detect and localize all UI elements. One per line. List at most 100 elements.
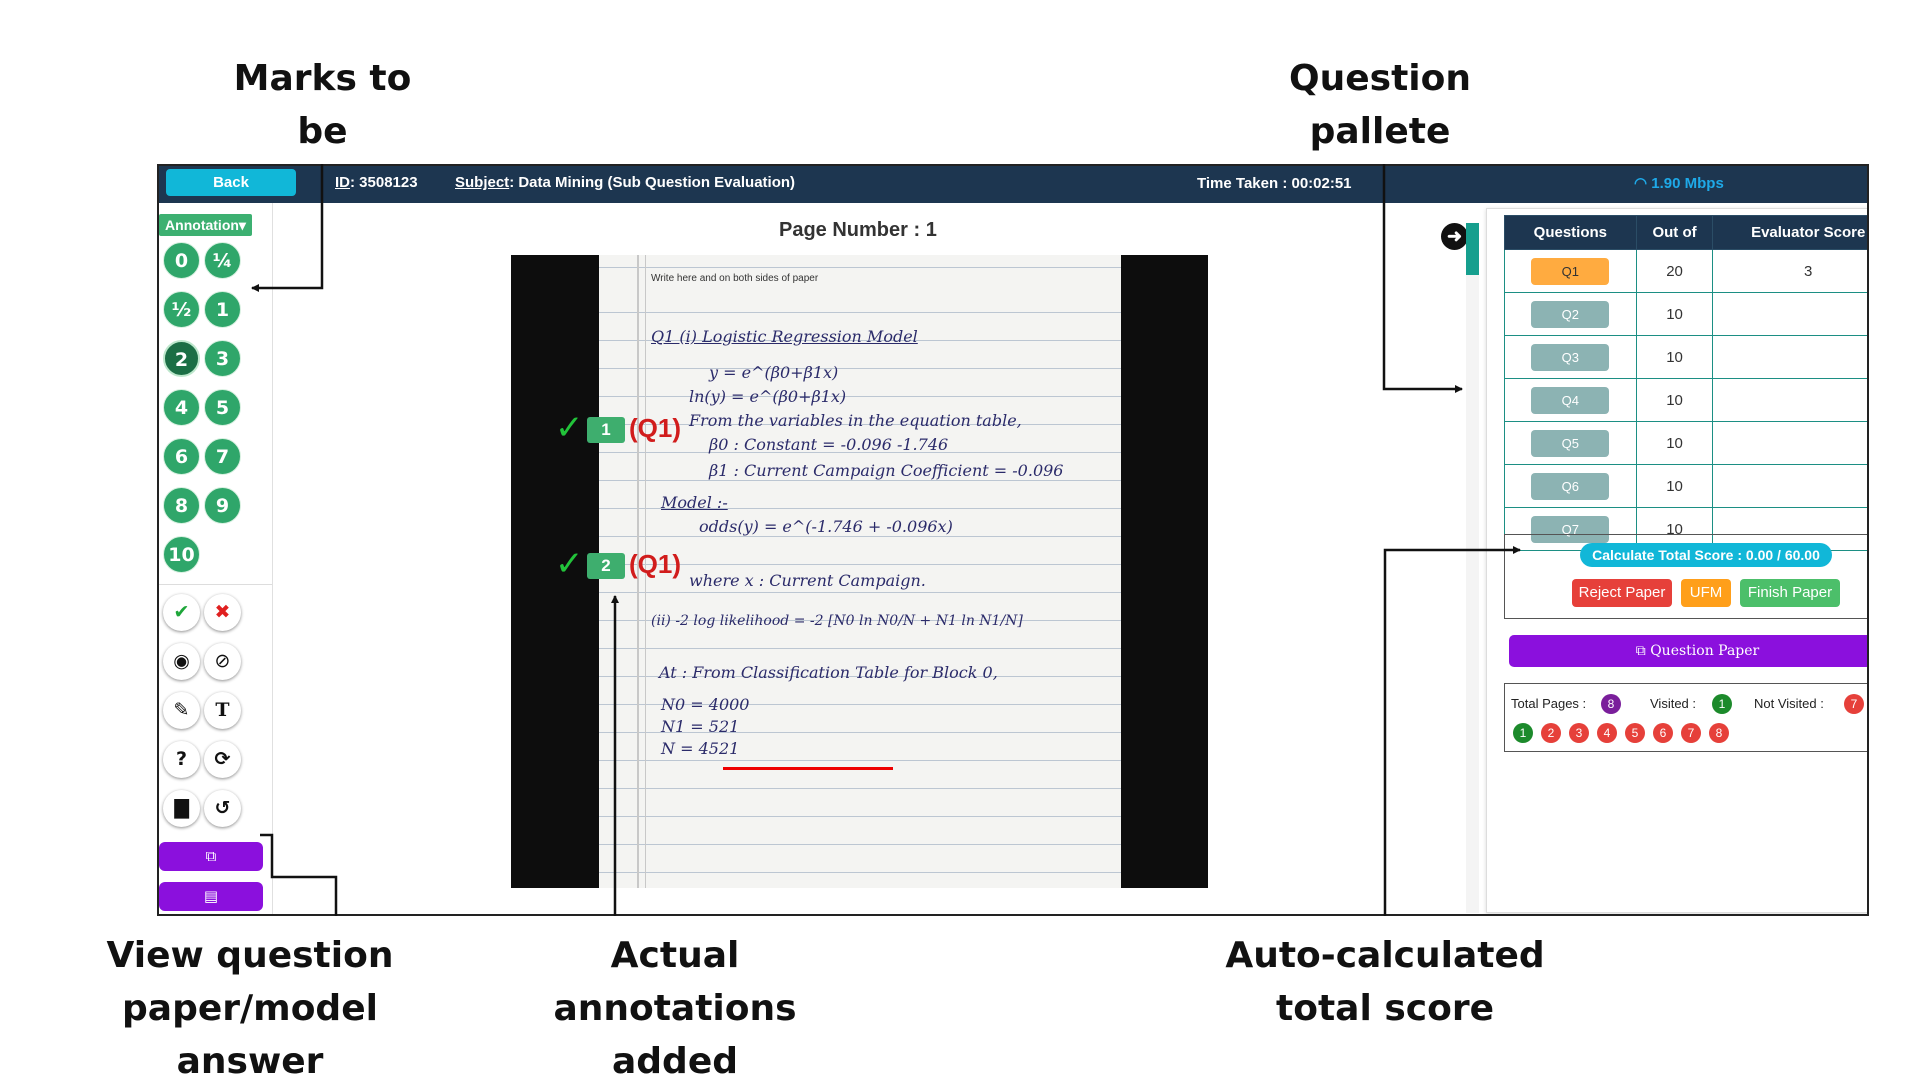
out-of-cell: 20 xyxy=(1635,249,1714,293)
help-icon[interactable]: ? xyxy=(163,741,200,778)
score-cell xyxy=(1712,292,1867,336)
table-row: Q3 10 xyxy=(1504,335,1867,379)
calculate-total-score-button[interactable]: Calculate Total Score : 0.00 / 60.00 xyxy=(1580,543,1832,567)
annotation-label: Annotation xyxy=(165,217,239,233)
handwritten-line: From the variables in the equation table… xyxy=(689,411,1022,430)
column-header: Out of xyxy=(1635,215,1714,250)
page-button-4[interactable]: 4 xyxy=(1597,723,1617,743)
question-button-q1[interactable]: Q1 xyxy=(1531,257,1610,285)
mark-button[interactable]: 6 xyxy=(163,438,200,475)
model-answer-button[interactable]: ▤ xyxy=(159,882,263,911)
not-visited-count: 7 xyxy=(1844,694,1864,714)
question-annotation-label: (Q1) xyxy=(629,549,681,579)
question-paper-panel-button[interactable]: ⧉ Question Paper xyxy=(1509,635,1867,667)
text-tool-icon[interactable]: T xyxy=(204,692,241,729)
check-icon[interactable]: ✔ xyxy=(163,594,200,631)
cross-icon[interactable]: ✖ xyxy=(204,594,241,631)
callout-line: Auto-calculated xyxy=(1225,935,1545,976)
pages-summary: Total Pages : 8 Visited : 1 Not Visited … xyxy=(1504,683,1867,752)
refresh-icon[interactable]: ⟳ xyxy=(204,741,241,778)
question-button-q4[interactable]: Q4 xyxy=(1531,386,1610,414)
mark-button-selected[interactable]: 2 xyxy=(163,340,200,377)
question-palette-table: Questions Out of Evaluator Score Q1 20 3 Q… xyxy=(1504,215,1867,551)
page-button-2[interactable]: 2 xyxy=(1541,723,1561,743)
handwritten-line: N1 = 521 xyxy=(661,717,740,736)
column-header: Questions xyxy=(1504,215,1637,250)
copy-icon: ⧉ xyxy=(205,847,217,865)
reject-paper-button[interactable]: Reject Paper xyxy=(1572,579,1672,607)
id-label: ID xyxy=(335,174,350,191)
scrollbar-track[interactable] xyxy=(1466,223,1479,913)
page-button-7[interactable]: 7 xyxy=(1681,723,1701,743)
page-button-8[interactable]: 8 xyxy=(1709,723,1729,743)
table-row: Q1 20 3 xyxy=(1504,249,1867,293)
mark-button[interactable]: 7 xyxy=(204,438,241,475)
page-button-6[interactable]: 6 xyxy=(1653,723,1673,743)
paper-id: ID: 3508123 xyxy=(335,174,418,191)
question-paper-button[interactable]: ⧉ xyxy=(159,842,263,871)
score-cell xyxy=(1712,378,1867,422)
mark-button[interactable]: 4 xyxy=(163,389,200,426)
question-button-q6[interactable]: Q6 xyxy=(1531,472,1610,500)
finish-paper-button[interactable]: Finish Paper xyxy=(1740,579,1840,607)
id-value: : 3508123 xyxy=(350,174,418,191)
undo-icon[interactable]: ↺ xyxy=(204,790,241,827)
sidebar-divider xyxy=(159,584,272,585)
eye-icon[interactable]: ◉ xyxy=(163,643,200,680)
back-button[interactable]: Back xyxy=(166,169,296,196)
answer-sheet-viewer[interactable]: Write here and on both sides of paper Q1… xyxy=(511,255,1208,888)
handwritten-line: y = e^(β0+β1x) xyxy=(709,363,839,382)
check-annotation-icon[interactable]: ✓ xyxy=(555,544,584,584)
page-button-3[interactable]: 3 xyxy=(1569,723,1589,743)
total-pages-label: Total Pages : xyxy=(1511,696,1587,711)
callout-total: Auto-calculated total score xyxy=(1225,929,1545,1035)
out-of-cell: 10 xyxy=(1635,335,1714,379)
score-cell xyxy=(1712,335,1867,379)
handwritten-line: Q1 (i) Logistic Regression Model xyxy=(651,327,918,346)
question-button-q3[interactable]: Q3 xyxy=(1531,343,1610,371)
mark-button[interactable]: 10 xyxy=(163,536,200,573)
scrollbar-thumb[interactable] xyxy=(1466,223,1479,275)
mark-annotation-badge[interactable]: 1 xyxy=(587,417,625,443)
mark-button[interactable]: 0 xyxy=(163,242,200,279)
question-button-q2[interactable]: Q2 xyxy=(1531,300,1610,328)
question-palette-panel: Questions Out of Evaluator Score Q1 20 3 Q… xyxy=(1486,208,1867,913)
handwritten-line: β1 : Current Campaign Coefficient = -0.0… xyxy=(709,461,1064,480)
not-visited-label: Not Visited : xyxy=(1754,696,1824,711)
table-row: Q2 10 xyxy=(1504,292,1867,336)
mark-button[interactable]: 3 xyxy=(204,340,241,377)
out-of-cell: 10 xyxy=(1635,464,1714,508)
mark-button[interactable]: 5 xyxy=(204,389,241,426)
table-row: Q6 10 xyxy=(1504,464,1867,508)
annotation-dropdown[interactable]: Annotation▾ xyxy=(159,214,252,236)
handwritten-line: At : From Classification Table for Block… xyxy=(659,663,998,682)
visited-count: 1 xyxy=(1712,694,1732,714)
ufm-button[interactable]: UFM xyxy=(1681,579,1731,607)
trash-icon[interactable]: ▇ xyxy=(163,790,200,827)
pen-icon[interactable]: ✎ xyxy=(163,692,200,729)
arrow-right-icon[interactable]: ➜ xyxy=(1441,223,1468,250)
handwritten-line: N = 4521 xyxy=(661,739,740,758)
mark-button[interactable]: ½ xyxy=(163,291,200,328)
document-icon: ▤ xyxy=(203,887,219,905)
eye-slash-icon[interactable]: ⊘ xyxy=(204,643,241,680)
mark-button[interactable]: 1 xyxy=(204,291,241,328)
caret-down-icon: ▾ xyxy=(238,217,246,233)
mark-button[interactable]: 9 xyxy=(204,487,241,524)
right-panel: ➜ Questions Out of Evaluator Score Q1 20 3… xyxy=(1441,203,1867,914)
wifi-icon: ◠ xyxy=(1634,175,1652,192)
visited-label: Visited : xyxy=(1650,696,1697,711)
mark-button[interactable]: 8 xyxy=(163,487,200,524)
page-button-1[interactable]: 1 xyxy=(1513,723,1533,743)
score-cell xyxy=(1712,464,1867,508)
handwritten-line: N0 = 4000 xyxy=(661,695,750,714)
callout-line: added xyxy=(611,1041,739,1082)
question-button-q5[interactable]: Q5 xyxy=(1531,429,1610,457)
check-annotation-icon[interactable]: ✓ xyxy=(555,408,584,448)
mark-annotation-badge[interactable]: 2 xyxy=(587,553,625,579)
total-pages-count: 8 xyxy=(1601,694,1621,714)
callout-annotations: Actual annotations added xyxy=(490,929,860,1088)
page-button-5[interactable]: 5 xyxy=(1625,723,1645,743)
handwritten-line: β0 : Constant = -0.096 -1.746 xyxy=(709,435,949,454)
mark-button[interactable]: ¼ xyxy=(204,242,241,279)
